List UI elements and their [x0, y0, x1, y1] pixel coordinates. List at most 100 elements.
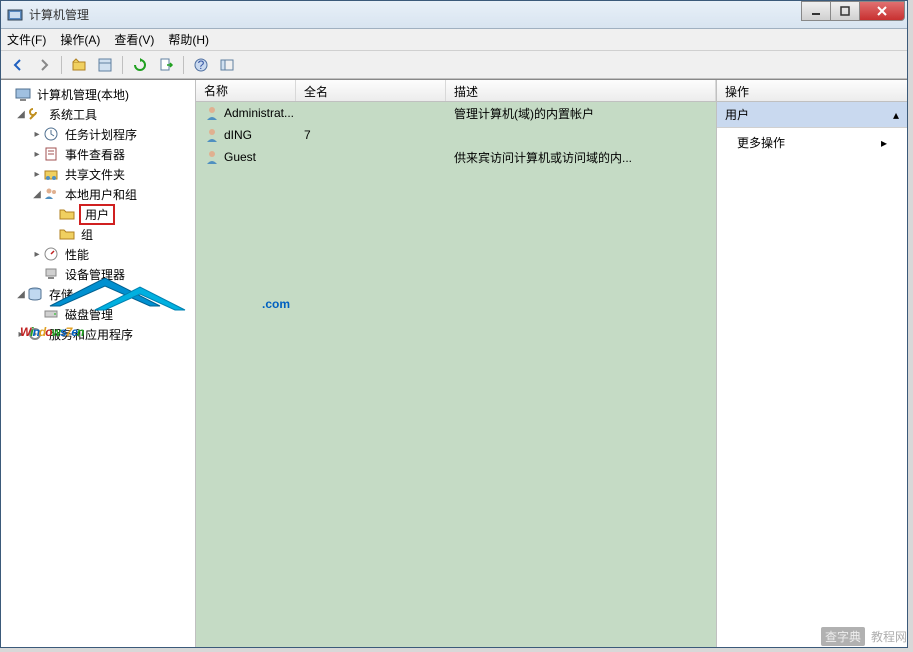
list-header: 名称 全名 描述 [196, 80, 716, 102]
expand-icon[interactable]: ▸ [31, 149, 43, 160]
expand-icon[interactable]: ▸ [31, 129, 43, 140]
window-title: 计算机管理 [29, 6, 907, 23]
action-more-label: 更多操作 [737, 134, 785, 151]
column-name[interactable]: 名称 [196, 80, 296, 101]
menu-help[interactable]: 帮助(H) [168, 31, 209, 48]
list-panel: 名称 全名 描述 Administrat... 管理计算机(域)的内置帐户 dI… [196, 80, 717, 647]
tree-users[interactable]: ▸ 用户 [3, 204, 193, 224]
user-icon [204, 105, 220, 121]
list-body[interactable]: Administrat... 管理计算机(域)的内置帐户 dING 7 Gues… [196, 102, 716, 647]
tools-icon [27, 106, 43, 122]
collapse-icon[interactable]: ◢ [15, 289, 27, 300]
action-panel: 操作 用户 ▴ 更多操作 ▸ [717, 80, 907, 647]
cell-name: Administrat... [224, 106, 294, 120]
column-description[interactable]: 描述 [446, 80, 716, 101]
menu-action[interactable]: 操作(A) [60, 31, 100, 48]
tree-label: 组 [79, 225, 95, 244]
event-icon [43, 146, 59, 162]
cell-description [446, 133, 716, 137]
tree-groups[interactable]: ▸ 组 [3, 224, 193, 244]
folder-icon [59, 206, 75, 222]
tree-shared-folders[interactable]: ▸ 共享文件夹 [3, 164, 193, 184]
properties-button[interactable] [94, 54, 116, 76]
forward-button[interactable] [33, 54, 55, 76]
menubar: 文件(F) 操作(A) 查看(V) 帮助(H) [1, 29, 907, 51]
refresh-button[interactable] [129, 54, 151, 76]
titlebar[interactable]: 计算机管理 [1, 1, 907, 29]
tree-label: 系统工具 [47, 105, 99, 124]
tree-label: 性能 [63, 245, 91, 264]
back-button[interactable] [7, 54, 29, 76]
content-area: ▸ 计算机管理(本地) ◢ 系统工具 ▸ 任务计划程序 ▸ 事件查看器 ▸ [1, 79, 907, 647]
tree-panel[interactable]: ▸ 计算机管理(本地) ◢ 系统工具 ▸ 任务计划程序 ▸ 事件查看器 ▸ [1, 80, 196, 647]
main-window: 计算机管理 文件(F) 操作(A) 查看(V) 帮助(H) ? ▸ 计算机管理(… [0, 0, 908, 648]
maximize-button[interactable] [830, 1, 860, 21]
tree-event-viewer[interactable]: ▸ 事件查看器 [3, 144, 193, 164]
tree-label: 设备管理器 [63, 265, 127, 284]
footer-label: 教程网 [871, 628, 907, 645]
expand-icon[interactable]: ▸ [31, 169, 43, 180]
services-icon [27, 326, 43, 342]
action-section-users[interactable]: 用户 ▴ [717, 102, 907, 128]
collapse-up-icon[interactable]: ▴ [893, 108, 899, 122]
cell-name: dING [224, 128, 252, 142]
export-button[interactable] [155, 54, 177, 76]
toolbar-separator [122, 56, 123, 74]
list-item[interactable]: Guest 供来宾访问计算机或访问域的内... [196, 146, 716, 168]
tree-task-scheduler[interactable]: ▸ 任务计划程序 [3, 124, 193, 144]
expand-icon[interactable]: ▸ [15, 329, 27, 340]
cell-fullname [296, 111, 446, 115]
app-icon [7, 7, 23, 23]
chevron-right-icon: ▸ [881, 136, 887, 150]
tree-label: 本地用户和组 [63, 185, 139, 204]
collapse-icon[interactable]: ◢ [31, 189, 43, 200]
tree-label: 服务和应用程序 [47, 325, 135, 344]
cell-description: 供来宾访问计算机或访问域的内... [446, 147, 716, 168]
action-header: 操作 [717, 80, 907, 102]
column-fullname[interactable]: 全名 [296, 80, 446, 101]
cell-fullname [296, 155, 446, 159]
collapse-icon[interactable]: ◢ [15, 109, 27, 120]
tree-label: 事件查看器 [63, 145, 127, 164]
tree-disk-management[interactable]: ▸ 磁盘管理 [3, 304, 193, 324]
storage-icon [27, 286, 43, 302]
tree-device-manager[interactable]: ▸ 设备管理器 [3, 264, 193, 284]
menu-view[interactable]: 查看(V) [114, 31, 154, 48]
svg-text:?: ? [198, 58, 205, 72]
cell-name: Guest [224, 150, 256, 164]
footer-site: 查字典 [821, 627, 865, 646]
users-icon [43, 186, 59, 202]
minimize-button[interactable] [801, 1, 831, 21]
close-button[interactable] [859, 1, 905, 21]
help-button[interactable]: ? [190, 54, 212, 76]
menu-file[interactable]: 文件(F) [7, 31, 46, 48]
tree-label: 计算机管理(本地) [35, 85, 131, 104]
computer-icon [15, 86, 31, 102]
list-item[interactable]: Administrat... 管理计算机(域)的内置帐户 [196, 102, 716, 124]
folder-icon [59, 226, 75, 242]
tree-storage[interactable]: ◢ 存储 [3, 284, 193, 304]
show-hide-button[interactable] [216, 54, 238, 76]
list-item[interactable]: dING 7 [196, 124, 716, 146]
disk-icon [43, 306, 59, 322]
toolbar-separator [61, 56, 62, 74]
share-icon [43, 166, 59, 182]
up-button[interactable] [68, 54, 90, 76]
tree-label: 任务计划程序 [63, 125, 139, 144]
performance-icon [43, 246, 59, 262]
tree-label: 存储 [47, 285, 75, 304]
expand-icon[interactable]: ▸ [31, 249, 43, 260]
tree-root[interactable]: ▸ 计算机管理(本地) [3, 84, 193, 104]
tree-system-tools[interactable]: ◢ 系统工具 [3, 104, 193, 124]
tree-local-users-groups[interactable]: ◢ 本地用户和组 [3, 184, 193, 204]
action-more[interactable]: 更多操作 ▸ [717, 128, 907, 157]
clock-icon [43, 126, 59, 142]
tree-label: 磁盘管理 [63, 305, 115, 324]
tree-performance[interactable]: ▸ 性能 [3, 244, 193, 264]
tree-services-apps[interactable]: ▸ 服务和应用程序 [3, 324, 193, 344]
action-section-label: 用户 [725, 106, 749, 123]
cell-fullname: 7 [296, 126, 446, 144]
device-icon [43, 266, 59, 282]
footer-watermark: 查字典 教程网 [821, 627, 907, 646]
tree-label: 用户 [79, 204, 115, 225]
